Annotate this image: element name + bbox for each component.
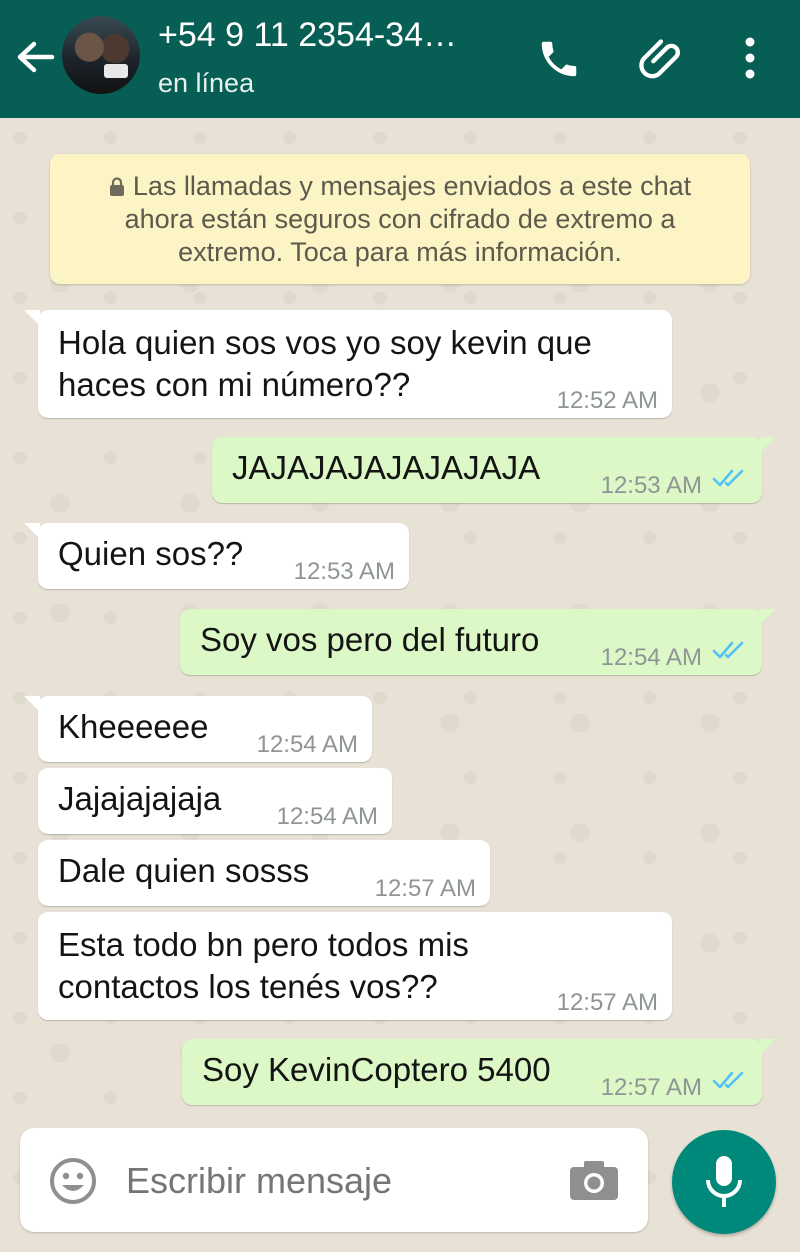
message-incoming[interactable]: Dale quien sosss 12:57 AM	[38, 840, 490, 906]
double-check-icon	[712, 641, 744, 659]
encryption-notice-line-1: Las llamadas y mensajes enviados a este …	[50, 170, 750, 203]
microphone-icon	[706, 1156, 742, 1207]
message-incoming[interactable]: Hola quien sos vos yo soy kevin que hace…	[24, 310, 672, 418]
message-text: Dale quien sosss	[58, 852, 310, 889]
message-time: 12:52 AM	[556, 387, 658, 414]
avatar[interactable]	[62, 16, 140, 94]
contact-status: en línea	[158, 68, 255, 98]
message-time: 12:54 AM	[256, 731, 358, 758]
encryption-notice-line-2: ahora están seguros con cifrado de extre…	[124, 204, 676, 234]
message-time: 12:57 AM	[556, 989, 658, 1016]
message-time: 12:54 AM	[600, 644, 702, 671]
message-text: Soy vos pero del futuro	[200, 621, 540, 658]
message-outgoing[interactable]: JAJAJAJAJAJAJAJA 12:53 AM	[212, 437, 776, 503]
arrow-left-icon[interactable]	[14, 36, 56, 78]
message-incoming[interactable]: Kheeeeee 12:54 AM	[24, 696, 372, 762]
emoji-icon[interactable]	[48, 1156, 98, 1206]
chat-header: +54 9 11 2354-34… en línea	[0, 0, 800, 118]
message-time: 12:53 AM	[600, 472, 702, 499]
message-text: Jajajajajaja	[58, 780, 222, 817]
phone-icon[interactable]	[536, 36, 582, 82]
message-input[interactable]	[126, 1160, 546, 1202]
lock-icon	[109, 177, 124, 196]
message-incoming[interactable]: Jajajajajaja 12:54 AM	[38, 768, 392, 834]
message-text-line: Esta todo bn pero todos mis	[58, 926, 469, 963]
message-text-line: Hola quien sos vos yo soy kevin que	[58, 324, 592, 361]
message-text: Kheeeeee	[58, 708, 209, 745]
message-time: 12:53 AM	[293, 558, 395, 585]
more-vertical-icon[interactable]	[740, 36, 760, 80]
message-incoming[interactable]: Quien sos?? 12:53 AM	[24, 523, 409, 589]
message-incoming[interactable]: Esta todo bn pero todos mis contactos lo…	[38, 912, 672, 1020]
double-check-icon	[712, 469, 744, 487]
camera-icon[interactable]	[568, 1158, 620, 1202]
voice-message-button[interactable]	[672, 1130, 776, 1234]
message-time: 12:57 AM	[374, 875, 476, 902]
encryption-notice-line-3: extremo. Toca para más información.	[178, 237, 622, 267]
paperclip-icon[interactable]	[636, 32, 688, 84]
message-text: Soy KevinCoptero 5400	[202, 1051, 551, 1088]
message-text: JAJAJAJAJAJAJAJA	[232, 449, 541, 486]
contact-name[interactable]: +54 9 11 2354-34…	[158, 16, 457, 55]
message-outgoing[interactable]: Soy vos pero del futuro 12:54 AM	[180, 609, 776, 675]
message-text-line: haces con mi número??	[58, 366, 411, 403]
double-check-icon	[712, 1071, 744, 1089]
message-time: 12:54 AM	[276, 803, 378, 830]
message-composer	[20, 1128, 648, 1232]
message-text: Quien sos??	[58, 535, 244, 572]
message-text-line: contactos los tenés vos??	[58, 968, 438, 1005]
encryption-notice[interactable]: Las llamadas y mensajes enviados a este …	[50, 154, 750, 284]
message-time: 12:57 AM	[600, 1074, 702, 1101]
message-outgoing[interactable]: Soy KevinCoptero 5400 12:57 AM	[182, 1039, 776, 1105]
